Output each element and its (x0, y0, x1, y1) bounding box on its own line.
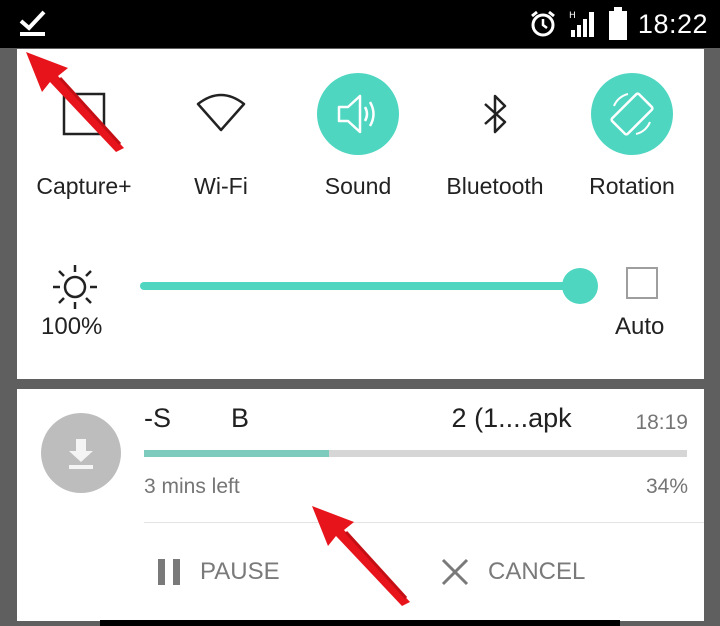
network-type-label: H (569, 11, 576, 21)
toggle-sound[interactable]: Sound (293, 73, 423, 213)
checkmark-icon (19, 10, 46, 36)
quick-toggles: Capture+ Wi-Fi Sound Bluetooth Rotation (17, 49, 704, 209)
brightness-slider[interactable] (140, 282, 580, 290)
close-icon (441, 558, 469, 586)
pause-button[interactable]: PAUSE (156, 549, 280, 595)
toggle-rotation[interactable]: Rotation (567, 73, 697, 213)
battery-icon (608, 7, 627, 40)
download-file-name: -S B 2 (1....apk (144, 403, 572, 433)
rotation-icon (610, 92, 654, 136)
cancel-button[interactable]: CANCEL (440, 549, 585, 595)
bottom-edge (100, 620, 620, 626)
status-bar: H 18:22 (0, 0, 720, 48)
brightness-icon (53, 265, 97, 309)
quick-settings-panel: Capture+ Wi-Fi Sound Bluetooth Rotation … (17, 49, 704, 379)
download-icon (41, 413, 121, 493)
toggle-bluetooth[interactable]: Bluetooth (430, 73, 560, 213)
download-progress-fill (144, 450, 329, 457)
toggle-label: Capture+ (36, 173, 132, 199)
pause-icon (158, 559, 180, 585)
brightness-slider-thumb[interactable] (562, 268, 598, 304)
download-notification[interactable]: -S B 2 (1....apk 18:19 3 mins left 34% P… (17, 389, 704, 621)
download-percent: 34% (645, 475, 688, 498)
toggle-capture-plus[interactable]: Capture+ (19, 73, 149, 213)
divider (144, 522, 704, 523)
download-progress-bar (144, 450, 687, 457)
wifi-icon (196, 93, 246, 132)
capture-icon (62, 92, 106, 136)
auto-brightness-checkbox[interactable] (626, 267, 658, 299)
bluetooth-icon (484, 94, 507, 134)
toggle-label: Bluetooth (446, 173, 544, 199)
brightness-value: 100% (41, 313, 103, 340)
toggle-label: Wi-Fi (194, 173, 248, 199)
signal-icon: H (569, 11, 594, 37)
time-remaining: 3 mins left (144, 475, 240, 498)
notification-time: 18:19 (635, 411, 688, 434)
cancel-label: CANCEL (488, 558, 586, 585)
auto-brightness-label: Auto (615, 313, 665, 340)
status-icons: H 18:22 (528, 0, 708, 48)
status-clock: 18:22 (637, 8, 708, 39)
alarm-icon (530, 10, 555, 37)
pause-label: PAUSE (200, 558, 280, 585)
brightness-control: 100% Auto (17, 249, 704, 359)
toggle-label: Rotation (589, 173, 675, 199)
toggle-label: Sound (324, 173, 392, 199)
sound-icon (337, 94, 375, 134)
toggle-wifi[interactable]: Wi-Fi (156, 73, 286, 213)
